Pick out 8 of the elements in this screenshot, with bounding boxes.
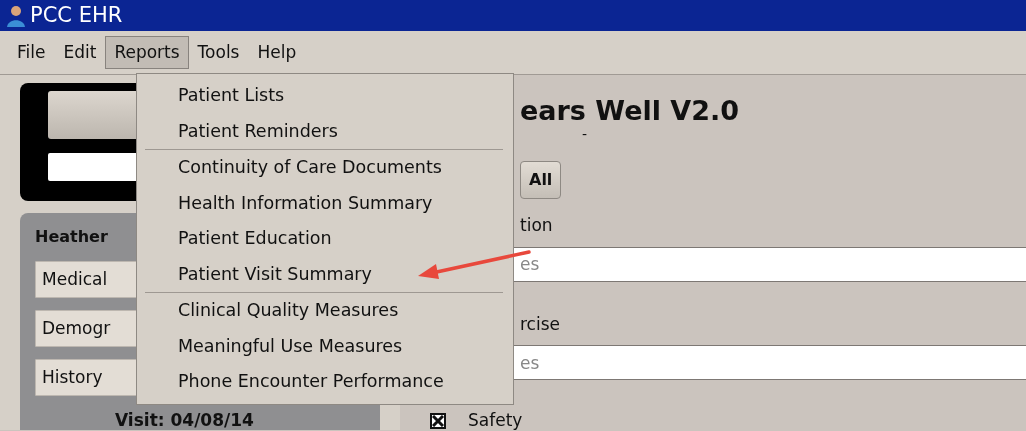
patient-name: Heather	[35, 227, 108, 246]
form-subtitle: -	[581, 127, 589, 142]
visit-date: Visit: 04/08/14	[115, 410, 254, 430]
window-title: PCC EHR	[30, 2, 123, 29]
form-title: ears Well V2.0	[519, 95, 741, 128]
section-label: tion	[519, 214, 554, 238]
section-label: rcise	[519, 312, 561, 336]
checkbox-label: Safety	[468, 409, 523, 430]
